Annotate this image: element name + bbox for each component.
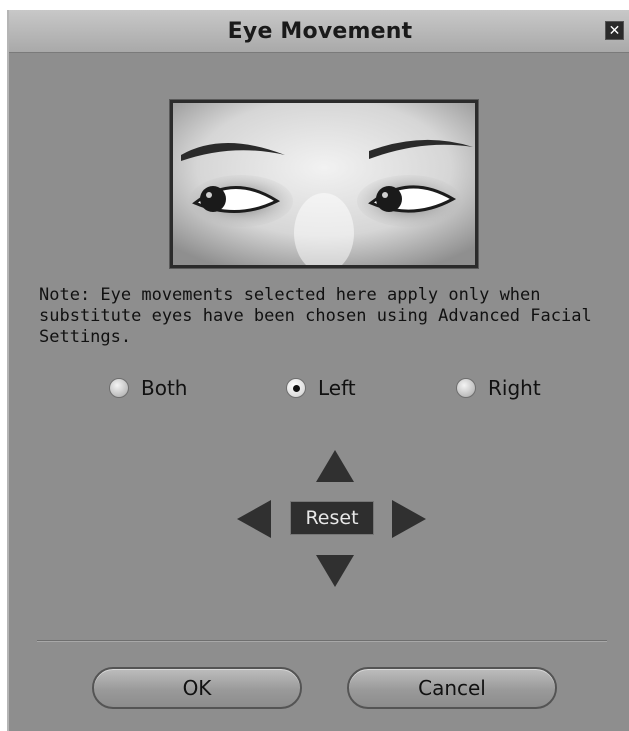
radio-right[interactable]: Right bbox=[456, 376, 541, 400]
close-icon: ✕ bbox=[608, 22, 621, 39]
ok-button[interactable]: OK bbox=[92, 667, 302, 709]
dialog-title: Eye Movement bbox=[227, 18, 413, 44]
eye-movement-dialog: Eye Movement ✕ Note: Eye movements selec… bbox=[7, 10, 629, 731]
radio-left[interactable]: Left bbox=[286, 376, 356, 400]
close-button[interactable]: ✕ bbox=[605, 21, 624, 40]
eyes-preview bbox=[169, 99, 479, 269]
eye-selection-group: Both Left Right bbox=[9, 376, 629, 406]
cancel-button[interactable]: Cancel bbox=[347, 667, 557, 709]
eyes-preview-image bbox=[173, 103, 475, 265]
radio-both[interactable]: Both bbox=[109, 376, 187, 400]
radio-both-label: Both bbox=[141, 376, 188, 400]
note-text: Note: Eye movements selected here apply … bbox=[39, 285, 592, 347]
reset-button[interactable]: Reset bbox=[290, 501, 374, 535]
move-up-arrow-icon[interactable] bbox=[316, 450, 354, 482]
separator-line bbox=[37, 640, 607, 642]
radio-right-label: Right bbox=[488, 376, 541, 400]
move-left-arrow-icon[interactable] bbox=[237, 500, 271, 538]
radio-checked-icon[interactable] bbox=[286, 378, 306, 398]
radio-icon[interactable] bbox=[109, 378, 129, 398]
radio-icon[interactable] bbox=[456, 378, 476, 398]
move-right-arrow-icon[interactable] bbox=[392, 500, 426, 538]
radio-left-label: Left bbox=[318, 376, 356, 400]
title-bar: Eye Movement ✕ bbox=[9, 10, 629, 53]
move-down-arrow-icon[interactable] bbox=[316, 555, 354, 587]
